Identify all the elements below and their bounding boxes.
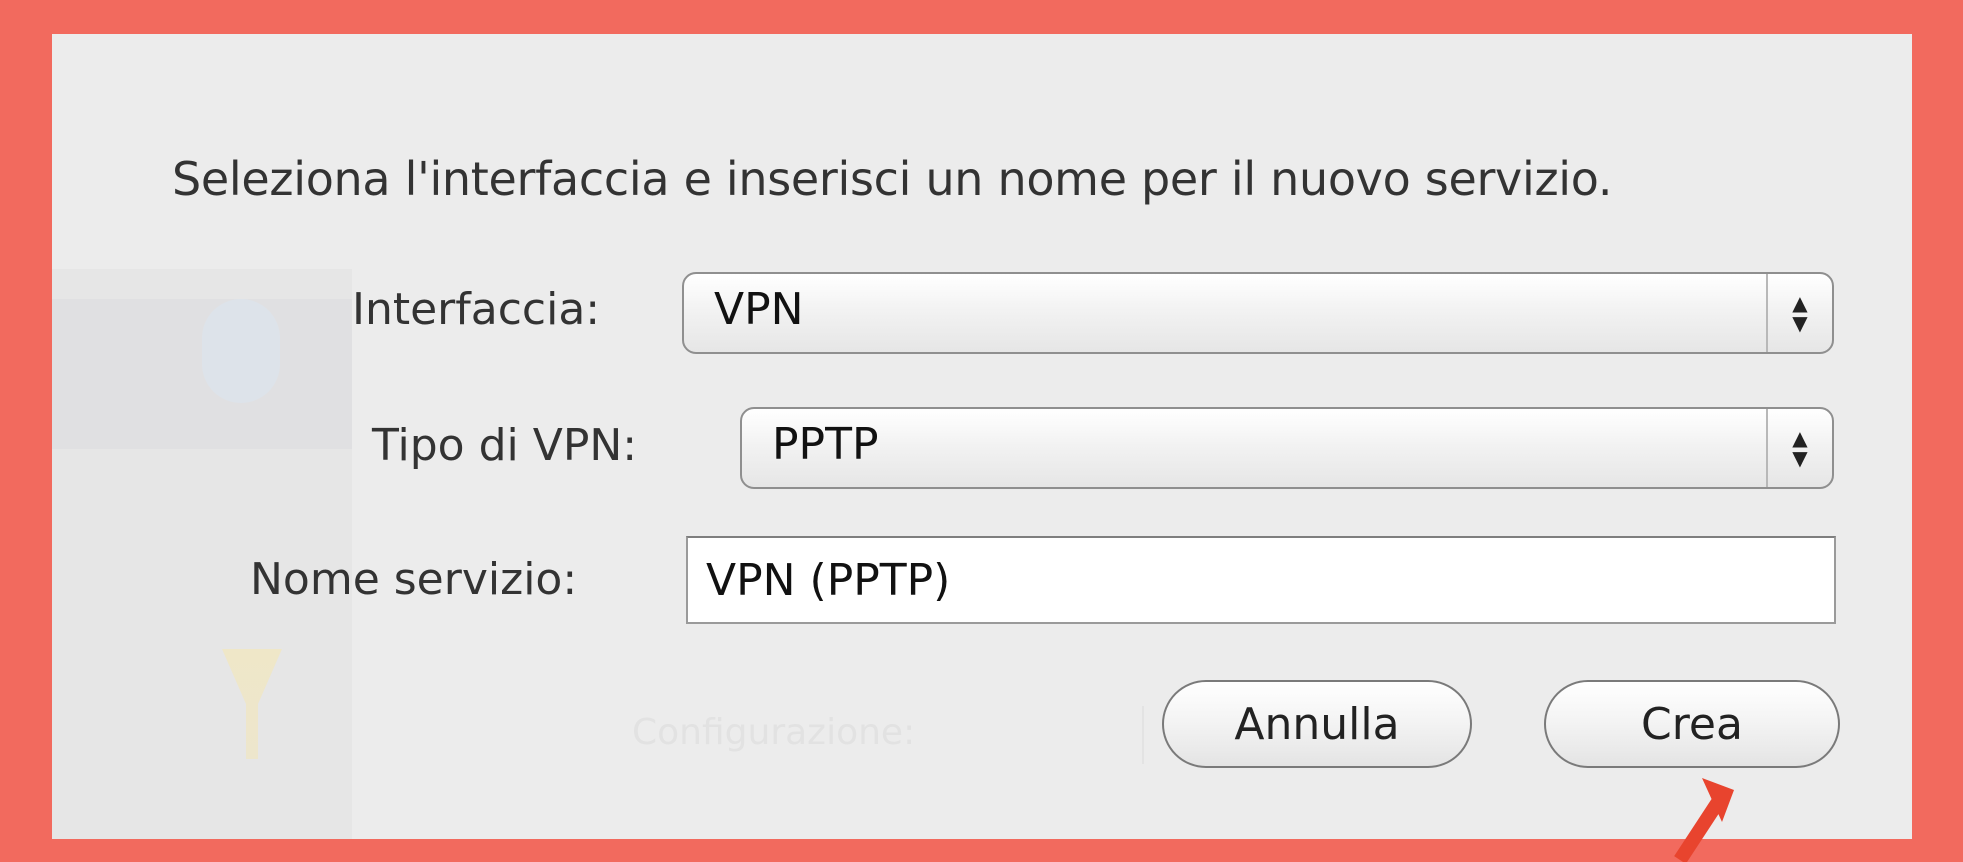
- cancel-button[interactable]: Annulla: [1162, 680, 1472, 768]
- vpn-type-popup[interactable]: PPTP ▲ ▼: [740, 407, 1834, 489]
- service-name-field[interactable]: [686, 536, 1836, 624]
- interface-popup[interactable]: VPN ▲ ▼: [682, 272, 1834, 354]
- background-config-label: Configurazione:: [632, 712, 916, 753]
- up-down-arrows-icon: ▲ ▼: [1766, 409, 1832, 487]
- bluetooth-icon: [202, 299, 280, 403]
- create-button[interactable]: Crea: [1544, 680, 1840, 768]
- vpn-type-value: PPTP: [772, 419, 879, 470]
- interface-label: Interfaccia:: [352, 284, 601, 335]
- new-service-sheet: Configurazione: Seleziona l'interfaccia …: [52, 34, 1912, 839]
- vpn-type-label: Tipo di VPN:: [372, 420, 638, 471]
- red-arrow-pointer-icon: [1674, 778, 1734, 862]
- background-sidebar-row: [52, 299, 352, 449]
- service-name-label: Nome servizio:: [250, 554, 578, 605]
- screenshot-frame: Configurazione: Seleziona l'interfaccia …: [0, 0, 1963, 862]
- service-name-input[interactable]: [688, 538, 1834, 622]
- up-down-arrows-icon: ▲ ▼: [1766, 274, 1832, 352]
- dialog-prompt: Seleziona l'interfaccia e inserisci un n…: [172, 152, 1613, 206]
- interface-value: VPN: [714, 284, 804, 335]
